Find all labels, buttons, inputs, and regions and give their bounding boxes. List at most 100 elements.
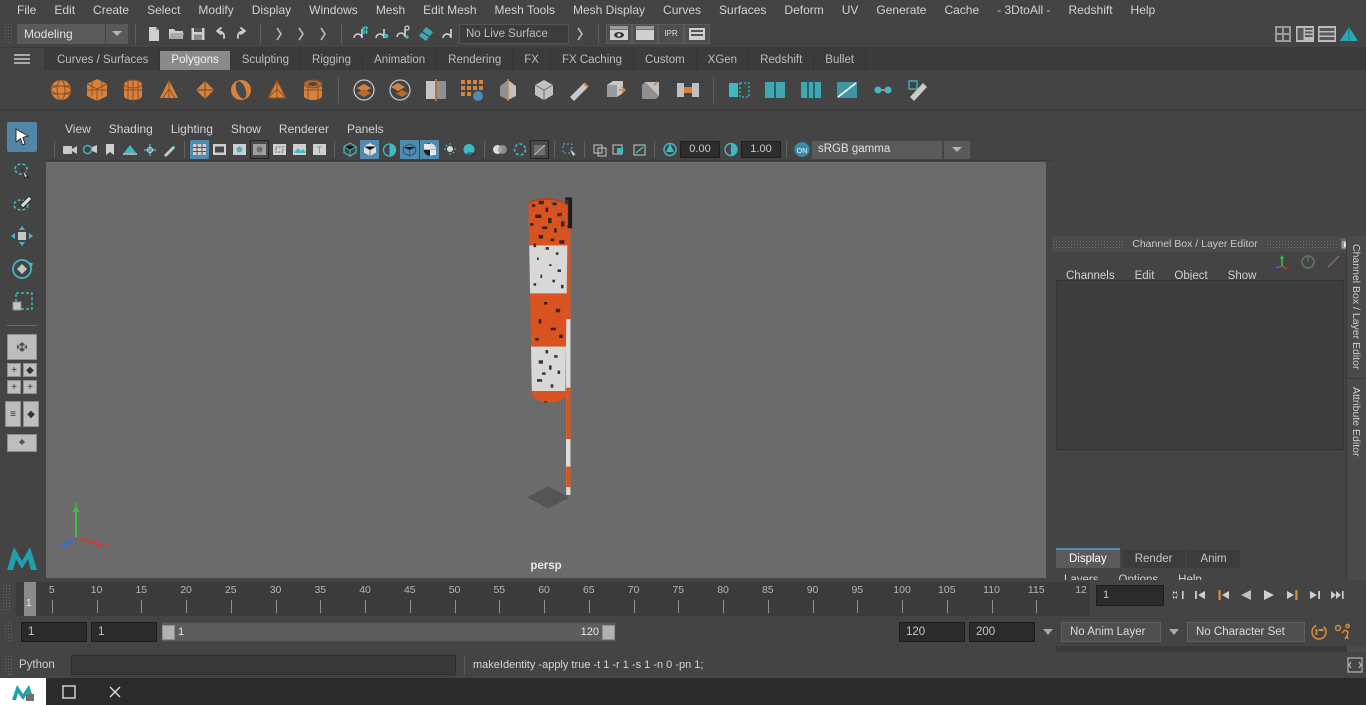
quad-draw-icon[interactable]: [904, 75, 934, 105]
maya-app-icon[interactable]: [0, 678, 46, 705]
channel-box-toggle-icon[interactable]: [1294, 23, 1316, 45]
dock-tab-attribute-editor[interactable]: Attribute Editor: [1347, 379, 1365, 464]
extract-icon[interactable]: [421, 75, 451, 105]
range-left-handle[interactable]: [162, 624, 175, 640]
texture-toggle-icon[interactable]: [420, 140, 439, 159]
poly-pyramid-icon[interactable]: [262, 75, 292, 105]
shelf-tab-redshift[interactable]: Redshift: [749, 51, 815, 70]
open-scene-icon[interactable]: [165, 23, 187, 45]
play-forwards-icon[interactable]: [1259, 584, 1279, 606]
command-language-label[interactable]: Python: [19, 659, 71, 671]
save-scene-icon[interactable]: [187, 23, 209, 45]
attribute-editor-toggle-icon[interactable]: [1316, 23, 1338, 45]
poly-torus-icon[interactable]: [226, 75, 256, 105]
three-pane-layout-icon[interactable]: +: [23, 380, 37, 394]
shelf-tab-rigging[interactable]: Rigging: [301, 51, 364, 70]
sculpt-icon[interactable]: [565, 75, 595, 105]
redo-icon[interactable]: [231, 23, 253, 45]
two-pane-layout-buttons[interactable]: + ◆: [7, 363, 37, 377]
go-to-start-icon[interactable]: [1167, 584, 1187, 606]
auto-key-icon[interactable]: [1309, 621, 1329, 643]
poly-sphere-icon[interactable]: [46, 75, 76, 105]
two-pane-split-vertical-icon[interactable]: +: [7, 363, 21, 377]
wireframe-icon[interactable]: [340, 140, 359, 159]
color-management-dropdown-arrow[interactable]: [944, 140, 970, 159]
menu-redshift[interactable]: Redshift: [1060, 0, 1122, 20]
current-frame-field[interactable]: 1: [1096, 584, 1164, 606]
menu-cache[interactable]: Cache: [935, 0, 988, 20]
menu-create[interactable]: Create: [84, 0, 138, 20]
animation-preferences-icon[interactable]: [1333, 621, 1353, 643]
use-default-material-icon[interactable]: [400, 140, 419, 159]
viewport-menu-shading[interactable]: Shading: [100, 122, 162, 136]
tab-anim[interactable]: Anim: [1187, 550, 1240, 568]
statusline-grip[interactable]: [4, 22, 13, 45]
hypershade-layout-button[interactable]: [7, 434, 37, 452]
shaded-wireframe-icon[interactable]: [380, 140, 399, 159]
character-set-dropdown-arrow[interactable]: [1165, 622, 1183, 642]
menu-mesh-tools[interactable]: Mesh Tools: [486, 0, 564, 20]
outliner-panel-icon[interactable]: ≡: [5, 401, 21, 427]
mirror-icon[interactable]: [493, 75, 523, 105]
rotate-tool[interactable]: [7, 254, 37, 284]
smooth-shade-icon[interactable]: [360, 140, 379, 159]
character-set-selector[interactable]: No Character Set: [1187, 622, 1305, 642]
append-polygon-icon[interactable]: [724, 75, 754, 105]
shelf-menu-icon[interactable]: [14, 54, 30, 64]
live-surface-expand-icon[interactable]: [569, 23, 591, 45]
viewport-menu-lighting[interactable]: Lighting: [162, 122, 222, 136]
window-icon[interactable]: [46, 678, 92, 705]
outliner-persp-layout-buttons[interactable]: ≡ ◆: [5, 401, 39, 427]
exposure-field[interactable]: 0.00: [680, 141, 720, 158]
two-pane-split-horizontal-icon[interactable]: ◆: [23, 363, 37, 377]
multisample-icon[interactable]: [530, 140, 549, 159]
screen-space-ao-icon[interactable]: [490, 140, 509, 159]
menu-select[interactable]: Select: [138, 0, 189, 20]
grid-toggle-icon[interactable]: [190, 140, 209, 159]
slider-icon[interactable]: [1326, 254, 1342, 273]
modeling-toolkit-icon[interactable]: [1338, 23, 1360, 45]
step-back-frame-icon[interactable]: [1213, 584, 1233, 606]
select-by-hierarchy-icon[interactable]: [268, 23, 290, 45]
shelf-tab-sculpting[interactable]: Sculpting: [230, 51, 302, 70]
undo-icon[interactable]: [209, 23, 231, 45]
rotate-dial-icon[interactable]: [1300, 254, 1316, 273]
show-manipulator-toggle-icon[interactable]: [1272, 23, 1294, 45]
select-by-object-icon[interactable]: [290, 23, 312, 45]
menu-display[interactable]: Display: [243, 0, 300, 20]
target-weld-icon[interactable]: [868, 75, 898, 105]
viewport-menu-show[interactable]: Show: [222, 122, 270, 136]
menu-modify[interactable]: Modify: [189, 0, 242, 20]
viewport-menu-panels[interactable]: Panels: [338, 122, 393, 136]
single-pane-layout-button[interactable]: [7, 334, 37, 360]
insert-edge-loop-icon[interactable]: [760, 75, 790, 105]
close-icon[interactable]: [92, 678, 138, 705]
motion-blur-icon[interactable]: [510, 140, 529, 159]
extrude-icon[interactable]: [601, 75, 631, 105]
go-to-end-icon[interactable]: [1328, 584, 1348, 606]
animation-end-time-field[interactable]: 200: [969, 622, 1035, 642]
shadows-icon[interactable]: [460, 140, 479, 159]
shelf-tab-custom[interactable]: Custom: [634, 51, 697, 70]
persp-viewport[interactable]: y x z persp: [46, 162, 1046, 578]
shelf-tab-fx-caching[interactable]: FX Caching: [550, 51, 635, 70]
render-sequence-icon[interactable]: [632, 23, 658, 44]
lasso-select-tool[interactable]: [7, 155, 37, 185]
safe-action-icon[interactable]: [290, 140, 309, 159]
ipr-render-icon[interactable]: IPR: [658, 23, 684, 44]
camera-attributes-icon[interactable]: [80, 140, 99, 159]
shelf-tab-animation[interactable]: Animation: [363, 51, 438, 70]
menu-curves[interactable]: Curves: [654, 0, 710, 20]
range-start-time-field[interactable]: 1: [91, 622, 157, 642]
new-scene-icon[interactable]: [143, 23, 165, 45]
select-by-component-icon[interactable]: [312, 23, 334, 45]
image-plane-icon[interactable]: [120, 140, 139, 159]
shelf-tab-bullet[interactable]: Bullet: [814, 51, 867, 70]
booleans-icon[interactable]: [457, 75, 487, 105]
menu-set-selector[interactable]: Modeling: [17, 23, 105, 44]
four-pane-layout-icon[interactable]: +: [7, 380, 21, 394]
menu-uv[interactable]: UV: [833, 0, 868, 20]
multi-cut-icon[interactable]: [832, 75, 862, 105]
poly-cylinder-icon[interactable]: [118, 75, 148, 105]
paint-select-tool[interactable]: [7, 188, 37, 218]
